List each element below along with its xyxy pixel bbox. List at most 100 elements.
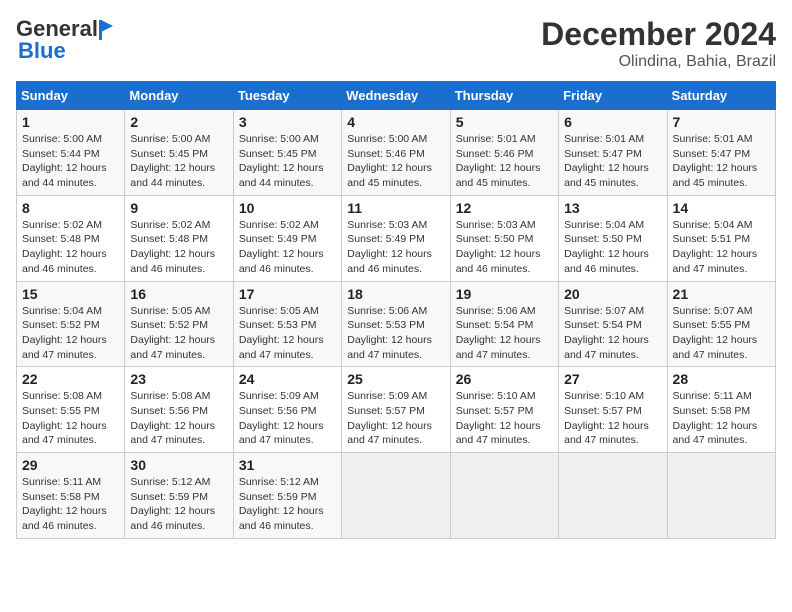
calendar-week-row: 22 Sunrise: 5:08 AM Sunset: 5:55 PM Dayl… — [17, 367, 776, 453]
daylight-label: Daylight: 12 hours and 46 minutes. — [347, 248, 432, 275]
daylight-label: Daylight: 12 hours and 47 minutes. — [22, 334, 107, 361]
day-info: Sunrise: 5:11 AM Sunset: 5:58 PM Dayligh… — [22, 475, 119, 534]
table-row: 28 Sunrise: 5:11 AM Sunset: 5:58 PM Dayl… — [667, 367, 775, 453]
daylight-label: Daylight: 12 hours and 47 minutes. — [456, 334, 541, 361]
table-row: 31 Sunrise: 5:12 AM Sunset: 5:59 PM Dayl… — [233, 453, 341, 539]
sunset-label: Sunset: 5:52 PM — [22, 319, 100, 331]
day-number: 21 — [673, 286, 770, 302]
col-thursday: Thursday — [450, 82, 558, 110]
daylight-label: Daylight: 12 hours and 47 minutes. — [130, 334, 215, 361]
sunset-label: Sunset: 5:45 PM — [130, 148, 208, 160]
sunrise-label: Sunrise: 5:04 AM — [22, 305, 102, 317]
col-monday: Monday — [125, 82, 233, 110]
sunset-label: Sunset: 5:53 PM — [347, 319, 425, 331]
day-info: Sunrise: 5:07 AM Sunset: 5:54 PM Dayligh… — [564, 304, 661, 363]
day-info: Sunrise: 5:02 AM Sunset: 5:48 PM Dayligh… — [130, 218, 227, 277]
day-number: 6 — [564, 114, 661, 130]
day-info: Sunrise: 5:00 AM Sunset: 5:46 PM Dayligh… — [347, 132, 444, 191]
daylight-label: Daylight: 12 hours and 47 minutes. — [239, 420, 324, 447]
table-row: 9 Sunrise: 5:02 AM Sunset: 5:48 PM Dayli… — [125, 195, 233, 281]
table-row: 4 Sunrise: 5:00 AM Sunset: 5:46 PM Dayli… — [342, 110, 450, 196]
day-info: Sunrise: 5:06 AM Sunset: 5:54 PM Dayligh… — [456, 304, 553, 363]
table-row: 16 Sunrise: 5:05 AM Sunset: 5:52 PM Dayl… — [125, 281, 233, 367]
sunrise-label: Sunrise: 5:03 AM — [347, 219, 427, 231]
day-info: Sunrise: 5:01 AM Sunset: 5:47 PM Dayligh… — [673, 132, 770, 191]
day-info: Sunrise: 5:10 AM Sunset: 5:57 PM Dayligh… — [456, 389, 553, 448]
day-number: 15 — [22, 286, 119, 302]
sunset-label: Sunset: 5:46 PM — [456, 148, 534, 160]
sunset-label: Sunset: 5:48 PM — [130, 233, 208, 245]
page-subtitle: Olindina, Bahia, Brazil — [541, 53, 776, 71]
col-saturday: Saturday — [667, 82, 775, 110]
day-number: 31 — [239, 457, 336, 473]
sunset-label: Sunset: 5:53 PM — [239, 319, 317, 331]
table-row: 6 Sunrise: 5:01 AM Sunset: 5:47 PM Dayli… — [559, 110, 667, 196]
sunset-label: Sunset: 5:57 PM — [564, 405, 642, 417]
day-number: 2 — [130, 114, 227, 130]
day-info: Sunrise: 5:10 AM Sunset: 5:57 PM Dayligh… — [564, 389, 661, 448]
table-row: 7 Sunrise: 5:01 AM Sunset: 5:47 PM Dayli… — [667, 110, 775, 196]
sunset-label: Sunset: 5:47 PM — [564, 148, 642, 160]
col-friday: Friday — [559, 82, 667, 110]
daylight-label: Daylight: 12 hours and 47 minutes. — [673, 248, 758, 275]
sunset-label: Sunset: 5:59 PM — [130, 491, 208, 503]
daylight-label: Daylight: 12 hours and 46 minutes. — [130, 248, 215, 275]
daylight-label: Daylight: 12 hours and 44 minutes. — [239, 162, 324, 189]
day-number: 3 — [239, 114, 336, 130]
col-wednesday: Wednesday — [342, 82, 450, 110]
col-tuesday: Tuesday — [233, 82, 341, 110]
page-header: General Blue December 2024 Olindina, Bah… — [16, 16, 776, 71]
sunrise-label: Sunrise: 5:00 AM — [130, 133, 210, 145]
daylight-label: Daylight: 12 hours and 45 minutes. — [673, 162, 758, 189]
day-number: 28 — [673, 371, 770, 387]
sunrise-label: Sunrise: 5:10 AM — [564, 390, 644, 402]
sunrise-label: Sunrise: 5:08 AM — [22, 390, 102, 402]
day-info: Sunrise: 5:12 AM Sunset: 5:59 PM Dayligh… — [130, 475, 227, 534]
day-info: Sunrise: 5:09 AM Sunset: 5:56 PM Dayligh… — [239, 389, 336, 448]
sunrise-label: Sunrise: 5:07 AM — [673, 305, 753, 317]
logo-blue-text: Blue — [18, 38, 66, 63]
sunrise-label: Sunrise: 5:08 AM — [130, 390, 210, 402]
table-row: 8 Sunrise: 5:02 AM Sunset: 5:48 PM Dayli… — [17, 195, 125, 281]
logo: General Blue — [16, 16, 115, 64]
sunrise-label: Sunrise: 5:04 AM — [564, 219, 644, 231]
day-info: Sunrise: 5:03 AM Sunset: 5:49 PM Dayligh… — [347, 218, 444, 277]
sunrise-label: Sunrise: 5:12 AM — [239, 476, 319, 488]
sunrise-label: Sunrise: 5:11 AM — [673, 390, 752, 402]
daylight-label: Daylight: 12 hours and 47 minutes. — [22, 420, 107, 447]
day-number: 19 — [456, 286, 553, 302]
sunset-label: Sunset: 5:55 PM — [22, 405, 100, 417]
sunset-label: Sunset: 5:44 PM — [22, 148, 100, 160]
day-info: Sunrise: 5:00 AM Sunset: 5:45 PM Dayligh… — [130, 132, 227, 191]
table-row: 11 Sunrise: 5:03 AM Sunset: 5:49 PM Dayl… — [342, 195, 450, 281]
daylight-label: Daylight: 12 hours and 45 minutes. — [564, 162, 649, 189]
table-row: 20 Sunrise: 5:07 AM Sunset: 5:54 PM Dayl… — [559, 281, 667, 367]
calendar-week-row: 29 Sunrise: 5:11 AM Sunset: 5:58 PM Dayl… — [17, 453, 776, 539]
day-info: Sunrise: 5:05 AM Sunset: 5:53 PM Dayligh… — [239, 304, 336, 363]
sunset-label: Sunset: 5:59 PM — [239, 491, 317, 503]
day-number: 8 — [22, 200, 119, 216]
table-row: 5 Sunrise: 5:01 AM Sunset: 5:46 PM Dayli… — [450, 110, 558, 196]
day-info: Sunrise: 5:04 AM Sunset: 5:50 PM Dayligh… — [564, 218, 661, 277]
daylight-label: Daylight: 12 hours and 46 minutes. — [564, 248, 649, 275]
day-info: Sunrise: 5:04 AM Sunset: 5:52 PM Dayligh… — [22, 304, 119, 363]
daylight-label: Daylight: 12 hours and 47 minutes. — [130, 420, 215, 447]
table-row: 23 Sunrise: 5:08 AM Sunset: 5:56 PM Dayl… — [125, 367, 233, 453]
sunset-label: Sunset: 5:49 PM — [347, 233, 425, 245]
day-info: Sunrise: 5:08 AM Sunset: 5:55 PM Dayligh… — [22, 389, 119, 448]
day-number: 7 — [673, 114, 770, 130]
daylight-label: Daylight: 12 hours and 44 minutes. — [130, 162, 215, 189]
sunrise-label: Sunrise: 5:07 AM — [564, 305, 644, 317]
sunrise-label: Sunrise: 5:06 AM — [347, 305, 427, 317]
table-row: 14 Sunrise: 5:04 AM Sunset: 5:51 PM Dayl… — [667, 195, 775, 281]
sunrise-label: Sunrise: 5:01 AM — [673, 133, 753, 145]
table-row: 17 Sunrise: 5:05 AM Sunset: 5:53 PM Dayl… — [233, 281, 341, 367]
day-number: 25 — [347, 371, 444, 387]
sunset-label: Sunset: 5:50 PM — [564, 233, 642, 245]
day-number: 1 — [22, 114, 119, 130]
day-info: Sunrise: 5:06 AM Sunset: 5:53 PM Dayligh… — [347, 304, 444, 363]
day-number: 17 — [239, 286, 336, 302]
day-info: Sunrise: 5:01 AM Sunset: 5:47 PM Dayligh… — [564, 132, 661, 191]
day-number: 14 — [673, 200, 770, 216]
sunset-label: Sunset: 5:58 PM — [22, 491, 100, 503]
